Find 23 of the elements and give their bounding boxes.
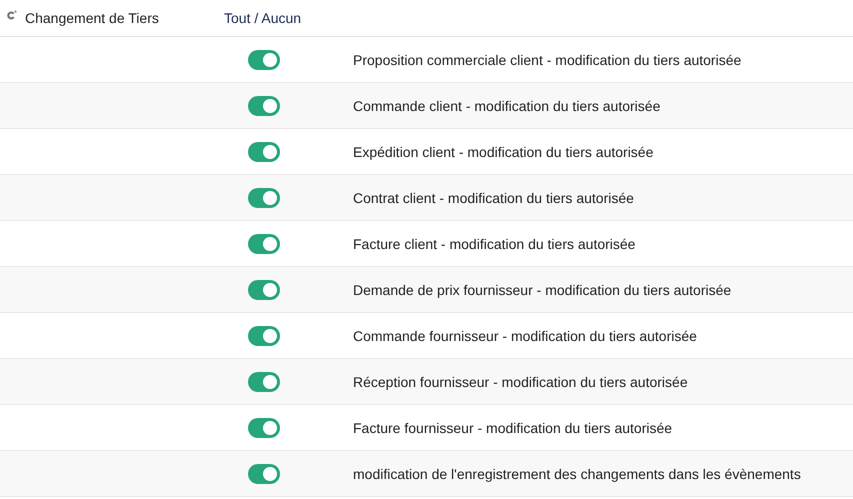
module-icon bbox=[6, 10, 17, 20]
toggle-switch[interactable] bbox=[248, 418, 280, 438]
toggle-switch[interactable] bbox=[248, 280, 280, 300]
toggle-switch[interactable] bbox=[248, 50, 280, 70]
setting-label: Réception fournisseur - modification du tiers autorisée bbox=[353, 374, 688, 390]
toggle-switch[interactable] bbox=[248, 96, 280, 116]
setting-label: Contrat client - modification du tiers autorisée bbox=[353, 190, 634, 206]
setting-label: Commande fournisseur - modification du tiers autorisée bbox=[353, 328, 697, 344]
toggle-switch[interactable] bbox=[248, 234, 280, 254]
toggle-switch[interactable] bbox=[248, 372, 280, 392]
toggle-switch[interactable] bbox=[248, 464, 280, 484]
setting-label: Proposition commerciale client - modification du tiers autorisée bbox=[353, 52, 742, 68]
toggle-switch[interactable] bbox=[248, 142, 280, 162]
setting-label: Facture client - modification du tiers autorisée bbox=[353, 236, 636, 252]
section-title: Changement de Tiers bbox=[25, 10, 159, 26]
setting-label: Commande client - modification du tiers autorisée bbox=[353, 98, 660, 114]
setting-label: Demande de prix fournisseur - modification du tiers autorisée bbox=[353, 282, 732, 298]
setting-label: Facture fournisseur - modification du tiers autorisée bbox=[353, 420, 672, 436]
toggle-switch[interactable] bbox=[248, 188, 280, 208]
toggle-switch[interactable] bbox=[248, 326, 280, 346]
toggle-all-link[interactable]: Tout / Aucun bbox=[224, 10, 302, 26]
setting-label: Expédition client - modification du tiers autorisée bbox=[353, 144, 654, 160]
setting-label: modification de l'enregistrement des changements dans les évènements bbox=[353, 466, 801, 482]
